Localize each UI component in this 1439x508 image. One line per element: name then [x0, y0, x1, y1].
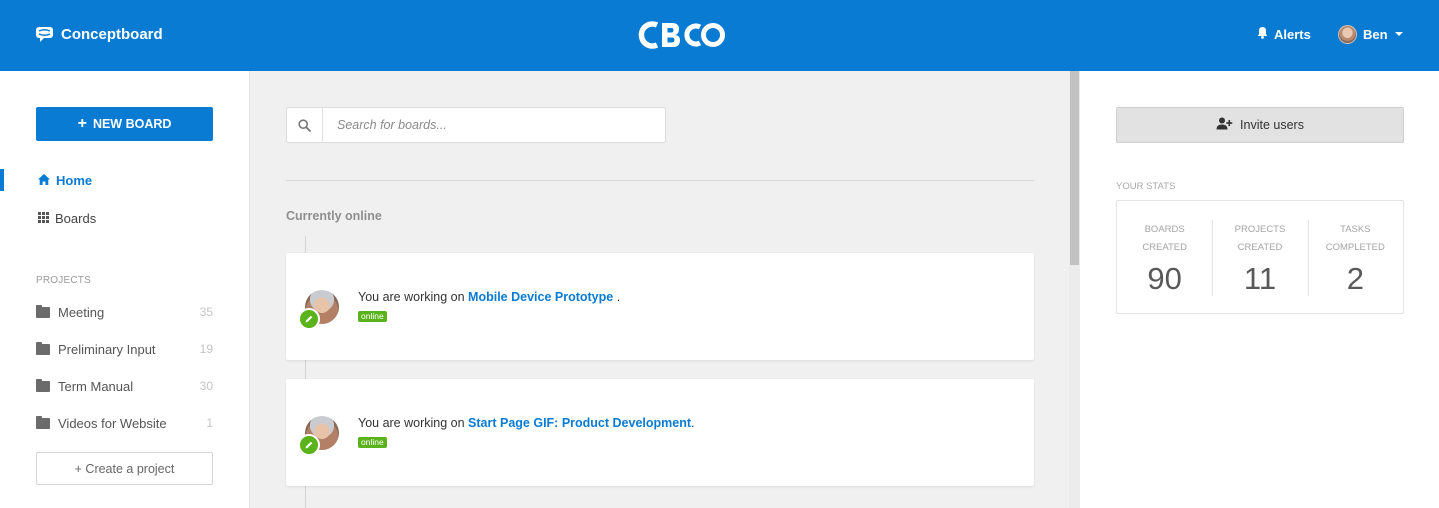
stats-box: BOARDS CREATED 90 PROJECTS CREATED 11 TA…	[1116, 200, 1404, 314]
stat-boards-created: BOARDS CREATED 90	[1117, 201, 1212, 313]
projects-heading: PROJECTS	[36, 275, 91, 286]
stat-tasks-completed: TASKS COMPLETED 2	[1307, 201, 1403, 313]
brand-link[interactable]: Conceptboard	[35, 24, 163, 44]
board-link[interactable]: Start Page GIF: Product Development	[468, 416, 691, 430]
project-name: Videos for Website	[58, 415, 167, 431]
new-board-button[interactable]: + NEW BOARD	[36, 107, 213, 141]
search-icon[interactable]	[287, 108, 323, 142]
project-item-preliminary-input[interactable]: Preliminary Input 19	[36, 340, 213, 358]
project-item-term-manual[interactable]: Term Manual 30	[36, 377, 213, 395]
search-input[interactable]	[323, 108, 665, 142]
search-box	[286, 107, 666, 143]
stat-value: 11	[1243, 261, 1277, 296]
activity-text: You are working on Start Page GIF: Produ…	[358, 416, 695, 430]
alerts-label: Alerts	[1274, 26, 1311, 42]
activity-card: You are working on Start Page GIF: Produ…	[286, 379, 1034, 486]
divider	[286, 180, 1034, 181]
bell-icon	[1257, 26, 1268, 42]
project-count: 19	[199, 342, 213, 356]
stat-label: CREATED	[1237, 242, 1283, 253]
user-name: Ben	[1363, 26, 1388, 42]
project-item-videos-for-website[interactable]: Videos for Website 1	[36, 414, 213, 432]
activity-prefix: You are working on	[358, 416, 465, 430]
stats-heading: YOUR STATS	[1116, 181, 1176, 192]
stat-projects-created: PROJECTS CREATED 11	[1212, 201, 1307, 313]
status-badge: online	[358, 311, 387, 322]
home-icon	[38, 173, 50, 188]
sidebar: + NEW BOARD Home Boards PROJECTS Meeting…	[0, 71, 250, 508]
activity-text: You are working on Mobile Device Prototy…	[358, 290, 620, 304]
top-bar: Conceptboard Alerts Ben	[0, 0, 1439, 71]
stat-value: 2	[1346, 261, 1364, 296]
stat-value: 90	[1147, 261, 1182, 296]
scrollbar-thumb[interactable]	[1070, 71, 1079, 265]
timeline-line	[305, 236, 306, 253]
speech-bubble-icon	[35, 26, 54, 43]
avatar	[1338, 24, 1357, 44]
alerts-button[interactable]: Alerts	[1257, 25, 1311, 43]
add-user-icon	[1216, 117, 1233, 133]
invite-users-button[interactable]: Invite users	[1116, 107, 1404, 143]
activity-card: You are working on Mobile Device Prototy…	[286, 253, 1034, 360]
stat-label: TASKS	[1340, 224, 1371, 235]
timeline-line	[305, 360, 306, 379]
project-item-meeting[interactable]: Meeting 35	[36, 303, 213, 321]
plus-icon: +	[77, 115, 87, 132]
create-project-button[interactable]: + Create a project	[36, 452, 213, 485]
active-nav-indicator	[0, 169, 4, 191]
pencil-icon[interactable]	[298, 308, 320, 330]
project-name: Preliminary Input	[58, 341, 156, 357]
folder-icon	[36, 415, 50, 429]
user-menu[interactable]: Ben	[1338, 23, 1403, 45]
stat-label: CREATED	[1142, 242, 1188, 253]
new-board-label: NEW BOARD	[92, 117, 172, 131]
cbo-logo[interactable]	[637, 19, 737, 51]
activity-prefix: You are working on	[358, 290, 465, 304]
project-count: 30	[199, 379, 213, 393]
stat-label: BOARDS	[1144, 224, 1185, 235]
pencil-icon[interactable]	[298, 434, 320, 456]
timeline-line	[305, 486, 306, 508]
brand-name: Conceptboard	[61, 25, 163, 43]
activity-suffix: .	[691, 416, 695, 430]
sidebar-item-boards[interactable]: Boards	[38, 209, 96, 227]
grid-icon	[38, 211, 49, 226]
invite-label: Invite users	[1240, 118, 1304, 132]
project-count: 1	[206, 416, 213, 430]
project-count: 35	[199, 305, 213, 319]
sidebar-item-home[interactable]: Home	[38, 171, 92, 189]
sidebar-item-label: Boards	[55, 210, 97, 226]
stat-label: COMPLETED	[1325, 242, 1385, 253]
stat-label: PROJECTS	[1234, 224, 1286, 235]
board-link[interactable]: Mobile Device Prototype	[468, 290, 613, 304]
folder-icon	[36, 378, 50, 392]
project-name: Term Manual	[58, 378, 134, 394]
folder-icon	[36, 304, 50, 318]
sidebar-item-label: Home	[56, 172, 93, 188]
folder-icon	[36, 341, 50, 355]
activity-suffix: .	[613, 290, 621, 304]
project-name: Meeting	[58, 304, 105, 320]
chevron-down-icon	[1394, 32, 1403, 36]
status-badge: online	[358, 437, 387, 448]
section-title: Currently online	[286, 209, 382, 223]
